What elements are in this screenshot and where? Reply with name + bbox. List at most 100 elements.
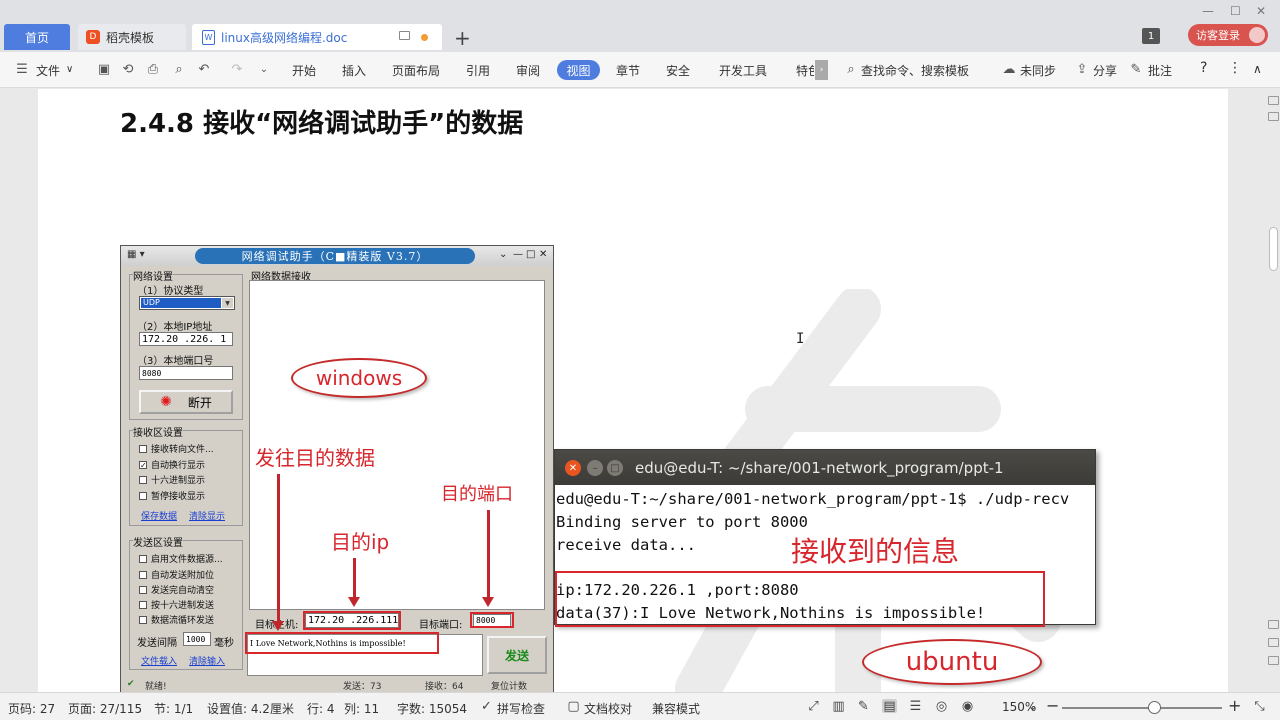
recv-option-3: 十六进制显示 bbox=[139, 473, 205, 486]
tab-start[interactable]: 开始 bbox=[292, 62, 316, 79]
eye-protection-icon[interactable]: ◉ bbox=[960, 699, 975, 714]
share-button[interactable]: 分享 bbox=[1093, 62, 1117, 79]
windows-annotation: windows bbox=[291, 358, 427, 398]
assistant-help-icon: ⌄ bbox=[499, 249, 508, 260]
spell-check-icon[interactable]: ✓ bbox=[479, 699, 494, 714]
page-view-icon[interactable]: ▤ bbox=[882, 699, 897, 714]
share-icon[interactable]: ⇪ bbox=[1074, 61, 1090, 77]
save-icon[interactable]: ▣ bbox=[96, 61, 112, 77]
more-options-button[interactable]: ⋮ bbox=[1228, 60, 1242, 76]
vertical-scroll-thumb[interactable] bbox=[1269, 227, 1278, 271]
zoom-slider[interactable] bbox=[1062, 707, 1222, 709]
collapse-ribbon-button[interactable]: ∧ bbox=[1253, 62, 1262, 76]
outline-view-icon[interactable]: ☰ bbox=[908, 699, 923, 714]
menu-icon[interactable]: ☰ bbox=[14, 61, 30, 77]
print-icon[interactable]: ⎙ bbox=[145, 61, 161, 77]
document-page[interactable]: 2.4.8 接收“网络调试助手”的数据 ▦ ▾ 网络调试助手（C■精装版 V3.… bbox=[38, 89, 1228, 692]
status-page-number[interactable]: 页码: 27 bbox=[8, 700, 55, 717]
terminal-maximize-icon: □ bbox=[607, 460, 623, 476]
terminal-line-1: edu@edu-T:~/share/001-network_program/pp… bbox=[556, 490, 1070, 508]
docer-logo-icon: D bbox=[86, 30, 100, 44]
sync-status[interactable]: 未同步 bbox=[1020, 62, 1056, 79]
tab-insert[interactable]: 插入 bbox=[342, 62, 366, 79]
tab-template[interactable]: D 稻壳模板 bbox=[78, 24, 186, 50]
format-painter-icon[interactable]: ⟲ bbox=[120, 61, 136, 77]
cloud-icon[interactable]: ☁ bbox=[1001, 61, 1017, 77]
spell-check-button[interactable]: 拼写检查 bbox=[497, 700, 545, 717]
tab-references[interactable]: 引用 bbox=[466, 62, 490, 79]
maximize-button[interactable]: ☐ bbox=[1230, 4, 1241, 18]
comment-button[interactable]: 批注 bbox=[1148, 62, 1172, 79]
target-port-highlight bbox=[470, 612, 514, 628]
avatar-icon bbox=[1249, 27, 1265, 43]
network-assistant-screenshot: ▦ ▾ 网络调试助手（C■精装版 V3.7） ⌄ — □ ✕ 网络设置 （1）协… bbox=[120, 245, 554, 692]
side-panel-icon-4[interactable] bbox=[1268, 638, 1279, 647]
status-pages[interactable]: 页面: 27/115 bbox=[68, 700, 142, 717]
zoom-out-button[interactable]: − bbox=[1046, 696, 1059, 715]
zoom-slider-knob[interactable] bbox=[1148, 701, 1161, 714]
terminal-screenshot: ✕ – □ edu@edu-T: ~/share/001-network_pro… bbox=[554, 449, 1096, 627]
status-word-count[interactable]: 字数: 15054 bbox=[397, 700, 467, 717]
side-panel-icon-2[interactable] bbox=[1268, 112, 1279, 121]
fit-page-icon[interactable]: ⤡ bbox=[1252, 699, 1267, 714]
send-interval-label: 发送间隔 bbox=[137, 638, 177, 649]
minimize-button[interactable]: — bbox=[1202, 4, 1214, 18]
print-preview-icon[interactable]: ⌕ bbox=[171, 61, 187, 77]
send-interval-field: 1000 bbox=[183, 632, 211, 646]
new-tab-button[interactable]: + bbox=[454, 26, 471, 50]
side-panel-icon-5[interactable] bbox=[1268, 656, 1279, 665]
status-section[interactable]: 节: 1/1 bbox=[154, 700, 193, 717]
edit-mode-icon[interactable]: ✎ bbox=[856, 699, 871, 714]
window-count-badge[interactable]: 1 bbox=[1142, 28, 1160, 44]
received-info-annotation: 接收到的信息 bbox=[791, 530, 960, 570]
tab-document[interactable]: W linux高级网络编程.doc bbox=[192, 24, 442, 50]
tab-view[interactable]: 视图 bbox=[557, 60, 600, 80]
send-option-4: 按十六进制发送 bbox=[139, 598, 214, 611]
tab-security[interactable]: 安全 bbox=[666, 62, 690, 79]
tab-bar: 首页 D 稻壳模板 W linux高级网络编程.doc + — ☐ ✕ 1 访客… bbox=[0, 0, 1280, 52]
file-menu[interactable]: 文件 bbox=[36, 62, 60, 79]
tab-features[interactable]: 特色 bbox=[796, 62, 814, 79]
zoom-level-arrow-icon[interactable]: ⌄ bbox=[1028, 700, 1037, 713]
target-port-label: 目标端口: bbox=[419, 620, 463, 631]
search-icon[interactable]: ⌕ bbox=[843, 61, 859, 77]
local-ip-field: 172.20 .226. 1 bbox=[139, 332, 233, 346]
proofread-icon[interactable]: ▢ bbox=[566, 699, 581, 714]
dest-port-annotation: 目的端口 bbox=[441, 484, 513, 505]
ms-label: 毫秒 bbox=[214, 638, 234, 649]
undo-icon[interactable]: ↶ bbox=[196, 61, 212, 77]
tab-page-layout[interactable]: 页面布局 bbox=[392, 62, 440, 79]
guest-login-button[interactable]: 访客登录 bbox=[1188, 24, 1268, 46]
vertical-scrollbar[interactable] bbox=[1266, 89, 1280, 692]
screen-icon[interactable] bbox=[399, 31, 410, 40]
status-col[interactable]: 列: 11 bbox=[344, 700, 379, 717]
local-ip-label: （2）本地IP地址 bbox=[137, 322, 213, 333]
read-mode-icon[interactable]: ▥ bbox=[831, 699, 846, 714]
redo-icon[interactable]: ↷ bbox=[229, 61, 245, 77]
assistant-maximize-icon: □ bbox=[526, 249, 536, 260]
terminal-line-2: Binding server to port 8000 bbox=[556, 513, 808, 531]
web-view-icon[interactable]: ◎ bbox=[934, 699, 949, 714]
assistant-titlebar: ▦ ▾ 网络调试助手（C■精装版 V3.7） ⌄ — □ ✕ bbox=[121, 246, 553, 266]
command-search[interactable]: 查找命令、搜索模板 bbox=[861, 62, 969, 79]
help-button[interactable]: ? bbox=[1200, 60, 1207, 76]
tab-developer[interactable]: 开发工具 bbox=[719, 62, 767, 79]
comment-icon[interactable]: ✎ bbox=[1128, 61, 1144, 77]
tab-chapter[interactable]: 章节 bbox=[616, 62, 640, 79]
status-row[interactable]: 行: 4 bbox=[307, 700, 335, 717]
status-setting[interactable]: 设置值: 4.2厘米 bbox=[207, 700, 294, 717]
proofread-button[interactable]: 文档校对 bbox=[584, 700, 632, 717]
tab-home[interactable]: 首页 bbox=[4, 24, 70, 50]
zoom-in-button[interactable]: + bbox=[1228, 696, 1241, 715]
app-menu-icon: ▦ ▾ bbox=[127, 249, 145, 260]
fullscreen-icon[interactable]: ⤢ bbox=[806, 699, 821, 714]
file-menu-arrow-icon[interactable]: ∨ bbox=[66, 64, 73, 75]
protocol-label: （1）协议类型 bbox=[137, 286, 204, 297]
quick-access-more-icon[interactable]: ⌄ bbox=[256, 61, 272, 77]
tab-review[interactable]: 审阅 bbox=[516, 62, 540, 79]
close-button[interactable]: ✕ bbox=[1256, 4, 1266, 18]
side-panel-icon-3[interactable] bbox=[1268, 620, 1279, 629]
ribbon-scroll-right-button[interactable]: › bbox=[815, 60, 828, 80]
send-option-2: 自动发送附加位 bbox=[139, 568, 214, 581]
side-panel-icon[interactable] bbox=[1268, 96, 1279, 105]
